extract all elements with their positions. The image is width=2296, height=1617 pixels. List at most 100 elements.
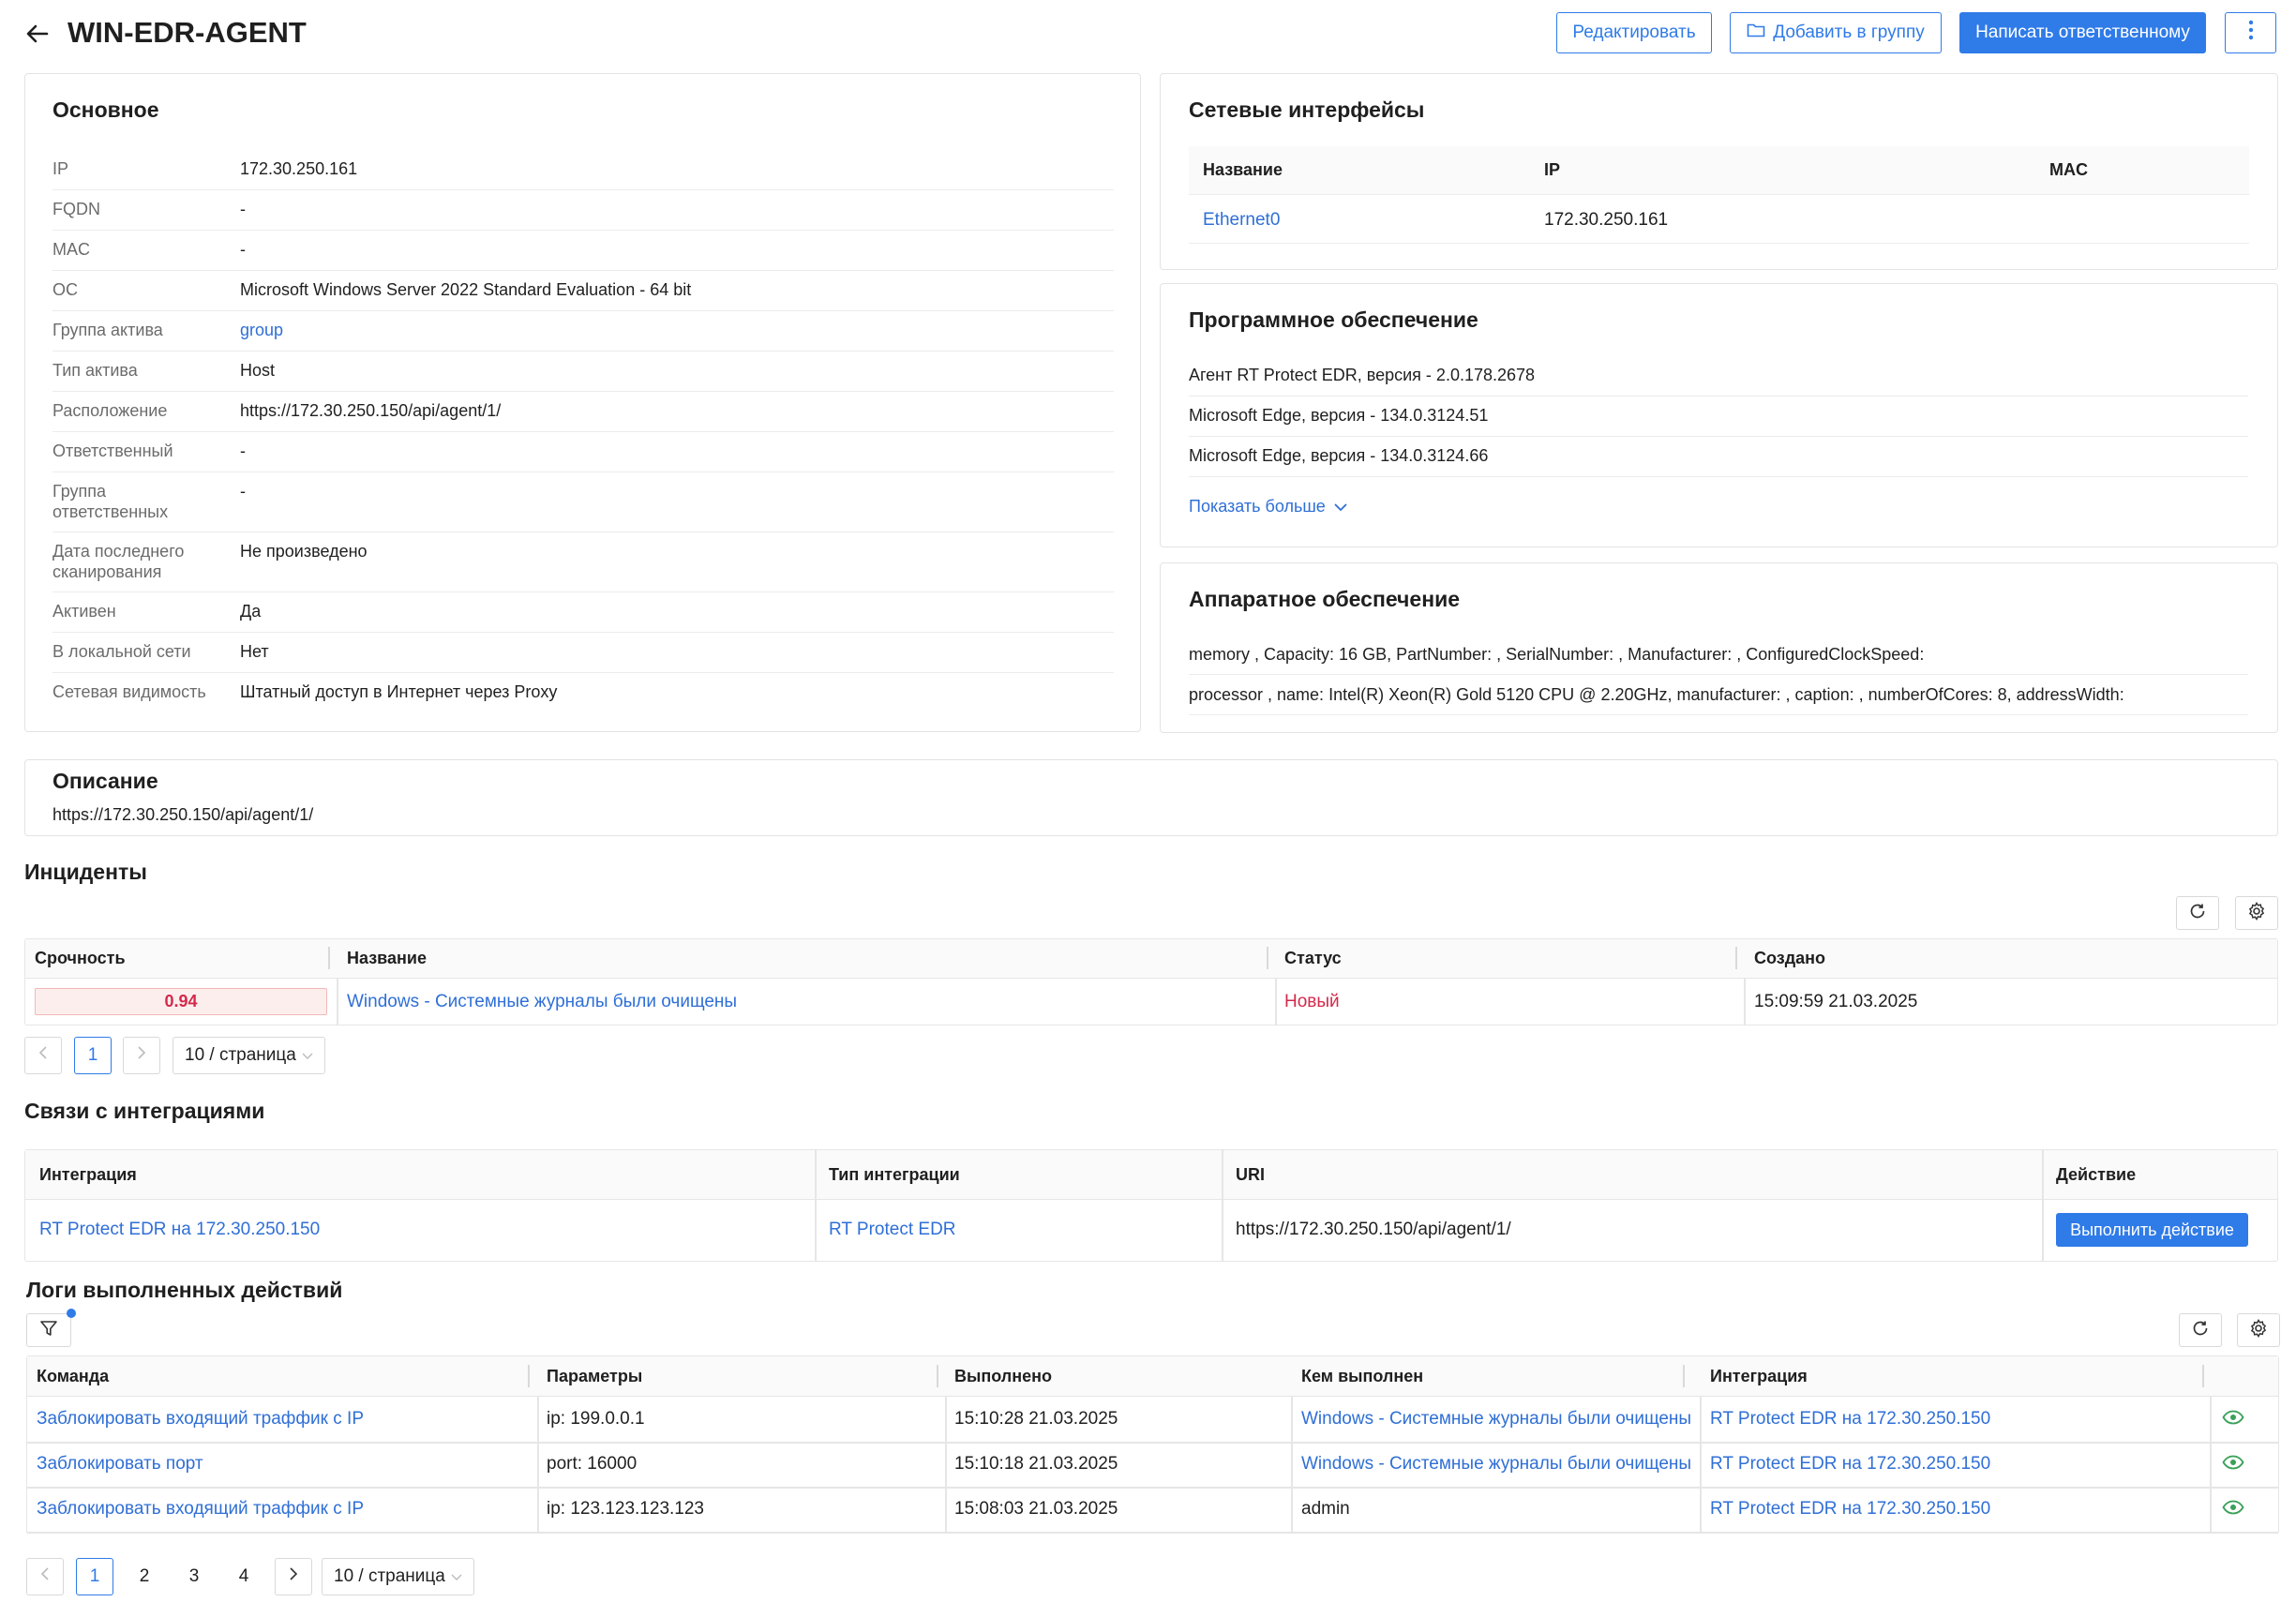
logs-page-1[interactable]: 1 — [76, 1558, 113, 1595]
incidents-refresh-button[interactable] — [2176, 896, 2219, 930]
info-row: ОС Microsoft Windows Server 2022 Standard… — [53, 271, 1114, 311]
log-done: 15:10:28 21.03.2025 — [954, 1409, 1118, 1429]
logs-page-size-select[interactable]: 10 / страница — [322, 1558, 474, 1595]
software-item: Microsoft Edge, версия - 134.0.3124.66 — [1189, 437, 2248, 477]
logs-filter-button[interactable] — [26, 1313, 71, 1347]
incidents-col-created: Создано — [1754, 949, 1826, 967]
filter-icon — [39, 1319, 58, 1342]
info-row: В локальной сети Нет — [53, 633, 1114, 673]
info-value: Штатный доступ в Интернет через Proxy — [240, 682, 558, 701]
log-command-link[interactable]: Заблокировать входящий траффик с IP — [37, 1409, 364, 1430]
logs-page-2[interactable]: 2 — [126, 1558, 163, 1595]
incidents-next-page[interactable] — [123, 1037, 160, 1074]
info-label: Ответственный — [53, 442, 173, 460]
info-value: Не произведено — [240, 542, 368, 561]
log-by-link[interactable]: Windows - Системные журналы были очищены — [1301, 1409, 1691, 1430]
integrations-title: Связи с интеграциями — [24, 1099, 265, 1123]
network-col-mac: MAC — [2049, 160, 2088, 179]
info-row: FQDN - — [53, 190, 1114, 231]
more-button[interactable] — [2225, 12, 2276, 53]
info-label: Активен — [53, 602, 116, 621]
incidents-page-size-select[interactable]: 10 / страница — [173, 1037, 325, 1074]
info-row: Расположение https://172.30.250.150/api/a… — [53, 392, 1114, 432]
software-title: Программное обеспечение — [1189, 307, 1478, 332]
filter-active-dot — [67, 1309, 76, 1318]
execute-action-label: Выполнить действие — [2070, 1220, 2234, 1239]
incidents-prev-page[interactable] — [24, 1037, 62, 1074]
eye-icon[interactable] — [2222, 1500, 2244, 1520]
logs-page-3[interactable]: 3 — [175, 1558, 213, 1595]
logs-settings-button[interactable] — [2237, 1313, 2280, 1347]
network-row-name-link[interactable]: Ethernet0 — [1203, 210, 1280, 231]
back-arrow-icon[interactable] — [23, 19, 53, 49]
page-title: WIN-EDR-AGENT — [68, 16, 307, 49]
logs-col-integration: Интеграция — [1710, 1367, 1808, 1385]
integration-uri: https://172.30.250.150/api/agent/1/ — [1236, 1220, 1511, 1239]
log-integration-link[interactable]: RT Protect EDR на 172.30.250.150 — [1710, 1499, 1990, 1520]
chevron-down-icon — [451, 1566, 462, 1587]
chevron-right-icon — [289, 1566, 298, 1587]
chevron-right-icon — [137, 1045, 146, 1066]
eye-icon[interactable] — [2222, 1455, 2244, 1475]
integration-type-link[interactable]: RT Protect EDR — [829, 1220, 956, 1240]
log-command-link[interactable]: Заблокировать порт — [37, 1454, 203, 1475]
incidents-col-status: Статус — [1284, 949, 1342, 967]
chevron-left-icon — [40, 1566, 50, 1587]
info-label: ОС — [53, 280, 78, 299]
info-value: - — [240, 200, 246, 218]
chevron-left-icon — [38, 1045, 48, 1066]
edit-button[interactable]: Редактировать — [1556, 12, 1712, 53]
info-label: MAC — [53, 240, 90, 259]
logs-next-page[interactable] — [275, 1558, 312, 1595]
info-row: Группа актива group — [53, 311, 1114, 352]
info-label: Дата последнего сканирования — [53, 542, 185, 581]
logs-refresh-button[interactable] — [2179, 1313, 2222, 1347]
log-by-link[interactable]: Windows - Системные журналы были очищены — [1301, 1454, 1691, 1475]
incidents-settings-button[interactable] — [2235, 896, 2278, 930]
log-done: 15:08:03 21.03.2025 — [954, 1499, 1118, 1519]
log-integration-link[interactable]: RT Protect EDR на 172.30.250.150 — [1710, 1454, 1990, 1475]
execute-action-button[interactable]: Выполнить действие — [2056, 1213, 2248, 1247]
log-params: ip: 123.123.123.123 — [547, 1499, 704, 1519]
add-to-group-label: Добавить в группу — [1773, 22, 1925, 42]
show-more-label: Показать больше — [1189, 497, 1326, 516]
log-command-link[interactable]: Заблокировать входящий траффик с IP — [37, 1499, 364, 1520]
log-integration-link[interactable]: RT Protect EDR на 172.30.250.150 — [1710, 1409, 1990, 1430]
integration-link[interactable]: RT Protect EDR на 172.30.250.150 — [39, 1220, 320, 1240]
logs-col-params: Параметры — [547, 1367, 643, 1385]
logs-page-4[interactable]: 4 — [225, 1558, 263, 1595]
info-value: - — [240, 482, 246, 501]
incidents-title: Инциденты — [24, 860, 147, 884]
info-value: - — [240, 240, 246, 259]
gear-icon — [2248, 1318, 2269, 1343]
info-value: Host — [240, 361, 276, 380]
eye-icon[interactable] — [2222, 1410, 2244, 1430]
integrations-col-action: Действие — [2056, 1165, 2137, 1184]
gear-icon — [2246, 901, 2267, 926]
info-value: Microsoft Windows Server 2022 Standard E… — [240, 280, 692, 299]
incident-created: 15:09:59 21.03.2025 — [1754, 992, 1918, 1011]
show-more-link[interactable]: Показать больше — [1189, 497, 1348, 517]
network-col-name: Название — [1203, 160, 1283, 179]
logs-col-by: Кем выполнен — [1301, 1367, 1424, 1385]
logs-col-done: Выполнено — [954, 1367, 1052, 1385]
incidents-page-1[interactable]: 1 — [74, 1037, 112, 1074]
log-done: 15:10:18 21.03.2025 — [954, 1454, 1118, 1474]
write-responsible-button[interactable]: Написать ответственному — [1959, 12, 2206, 53]
info-row: MAC - — [53, 231, 1114, 271]
info-label: IP — [53, 159, 69, 178]
info-row: Тип актива Host — [53, 352, 1114, 392]
incident-urgency-value: 0.94 — [164, 992, 198, 1011]
logs-prev-page[interactable] — [26, 1558, 64, 1595]
log-by: admin — [1301, 1499, 1350, 1519]
incident-name-link[interactable]: Windows - Системные журналы были очищены — [347, 992, 737, 1012]
add-to-group-button[interactable]: Добавить в группу — [1730, 12, 1942, 53]
network-col-ip: IP — [1544, 160, 1561, 179]
info-label: Группа ответственных — [53, 482, 169, 521]
incidents-col-name: Название — [347, 949, 427, 967]
asset-group-link[interactable]: group — [240, 320, 283, 340]
description-card — [24, 759, 2278, 836]
info-value: 172.30.250.161 — [240, 159, 358, 178]
hardware-title: Аппаратное обеспечение — [1189, 587, 1461, 611]
network-title: Сетевые интерфейсы — [1189, 97, 1425, 122]
